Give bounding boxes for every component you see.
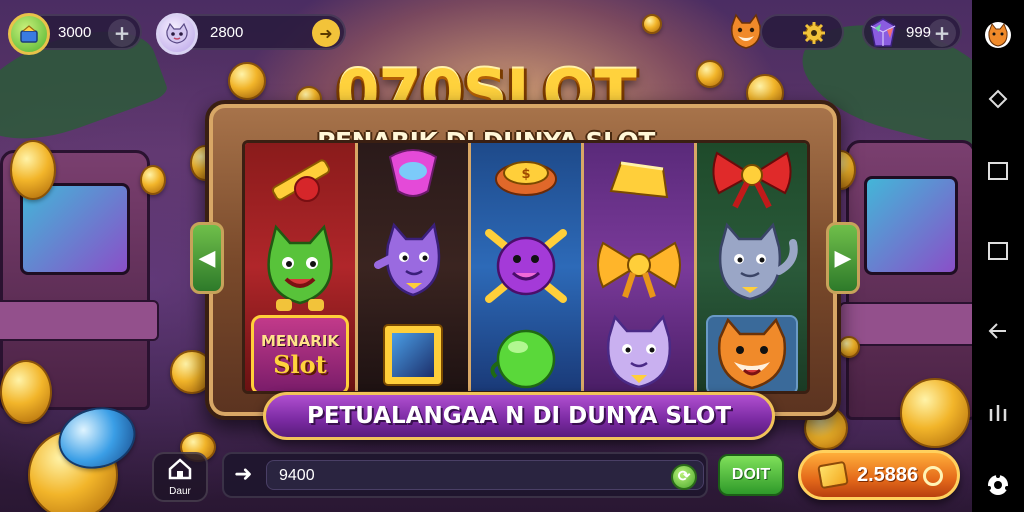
- svg-text:$: $: [521, 167, 530, 182]
- menu-bars-icon[interactable]: [972, 390, 1024, 436]
- arcade-machine-right: [839, 140, 972, 420]
- hud-currency-3: 999 +: [862, 14, 962, 50]
- ring-icon: [923, 466, 943, 486]
- slot-reels: MENARIK Slot $: [242, 140, 810, 394]
- chevron-left-icon: ◀: [198, 245, 216, 271]
- spin-value: 2.5886: [857, 464, 919, 486]
- square-icon[interactable]: [972, 148, 1024, 194]
- coin-icon: [0, 360, 52, 424]
- badge-line-1: MENARIK: [260, 331, 340, 350]
- green-orb-icon: [484, 323, 568, 391]
- magic-gem-icon: [378, 147, 448, 201]
- hud-settings: [760, 14, 844, 50]
- spin-button[interactable]: 2.5886: [798, 450, 960, 500]
- plus-icon[interactable]: +: [928, 19, 956, 47]
- gold-coin-pile-icon: $: [486, 149, 566, 199]
- coin-icon: [140, 165, 166, 195]
- gray-cat-icon: [705, 221, 799, 309]
- cat-avatar-icon: [156, 13, 198, 55]
- reel-left-arrow[interactable]: ◀: [190, 222, 224, 294]
- hud-balance-2: 2800: [210, 23, 244, 41]
- rotate-icon[interactable]: [972, 76, 1024, 122]
- gold-frame-icon: [378, 319, 448, 391]
- golden-sword-icon: [255, 149, 345, 213]
- bet-amount-field[interactable]: 9400 ⟳: [266, 460, 704, 490]
- hud-currency-2: 2800 ➜: [156, 13, 346, 55]
- red-bow-icon: [707, 145, 797, 209]
- app-avatar-icon[interactable]: [972, 12, 1024, 58]
- coin-icon: [838, 336, 860, 358]
- bet-bar: ➜ 9400 ⟳: [222, 452, 708, 498]
- recents-icon[interactable]: [972, 228, 1024, 274]
- purple-cat-icon: [597, 313, 681, 391]
- purple-cat-waving-icon: [368, 219, 458, 305]
- reel-5: [697, 143, 807, 391]
- go-button[interactable]: DOIT: [718, 454, 784, 496]
- back-icon[interactable]: [972, 308, 1024, 354]
- gem-chest-icon: [8, 13, 50, 55]
- arcade-desk: [839, 301, 972, 346]
- android-nav-bar: [972, 0, 1024, 512]
- gold-bow-icon: [593, 229, 685, 301]
- green-cat-icon: [256, 221, 344, 313]
- game-scene: 3000 + 2800 ➜ 999 + 070SLOT PENARIK DI D…: [0, 0, 972, 512]
- reel-1: MENARIK Slot: [245, 143, 358, 391]
- reel-right-arrow[interactable]: ▶: [826, 222, 860, 294]
- home-icon: [167, 457, 193, 484]
- coin-icon: [900, 378, 970, 448]
- gold-ingot-icon: [603, 155, 675, 205]
- home-label: Daur: [169, 485, 191, 497]
- assistant-icon[interactable]: [972, 462, 1024, 508]
- arrow-icon[interactable]: ➜: [312, 19, 340, 47]
- reel-2: [358, 143, 471, 391]
- arcade-desk: [0, 300, 159, 341]
- plus-icon[interactable]: +: [108, 19, 136, 47]
- menarik-slot-badge: MENARIK Slot: [251, 315, 349, 391]
- hud-currency-1: 3000 +: [8, 13, 142, 55]
- coin-icon: [642, 14, 662, 34]
- ticket-icon: [817, 460, 849, 490]
- gear-icon[interactable]: [800, 19, 828, 47]
- badge-line-2: Slot: [273, 349, 327, 379]
- chevron-right-icon: ▶: [834, 245, 852, 271]
- refresh-icon[interactable]: ⟳: [671, 464, 697, 490]
- orange-fox-icon: [706, 315, 798, 391]
- reel-4: [584, 143, 697, 391]
- crystal-gem-icon: [862, 13, 904, 55]
- reel-3: $: [471, 143, 584, 391]
- hud-balance-1: 3000: [58, 23, 92, 41]
- bet-amount-value: 9400: [279, 467, 315, 484]
- arcade-screen: [863, 175, 959, 275]
- arrow-right-icon[interactable]: ➜: [234, 462, 258, 488]
- home-button[interactable]: Daur: [152, 452, 208, 502]
- promo-banner[interactable]: PETUALANGAA N DI DUNYA SLOT: [263, 392, 775, 440]
- purple-face-orb-icon: [481, 221, 571, 311]
